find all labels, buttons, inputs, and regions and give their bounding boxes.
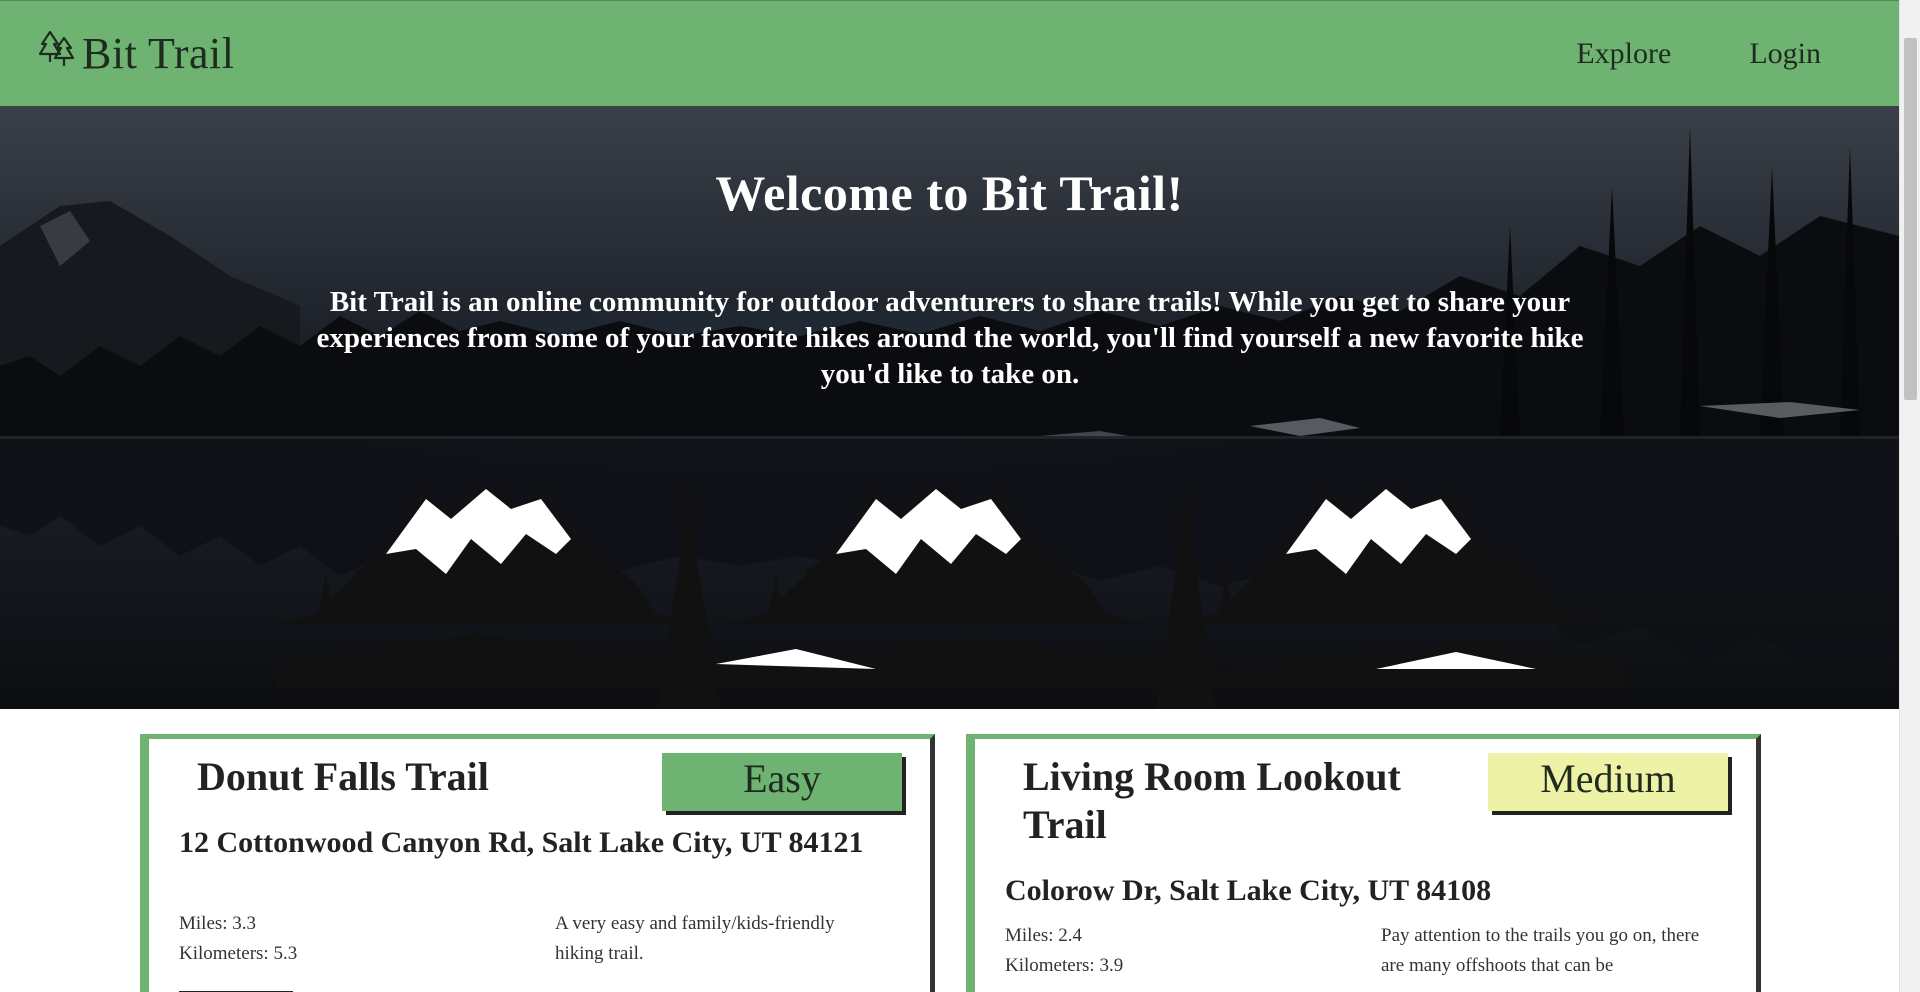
trail-description: Pay attention to the trails you go on, t… xyxy=(1381,925,1700,976)
nav-login-link[interactable]: Login xyxy=(1749,37,1821,71)
trail-stats: Miles: 3.3 Kilometers: 5.3 xyxy=(179,909,297,969)
trail-card[interactable]: Donut Falls Trail Easy 12 Cottonwood Can… xyxy=(140,734,935,992)
trail-address: 12 Cottonwood Canyon Rd, Salt Lake City,… xyxy=(179,826,864,859)
trail-card-body: Donut Falls Trail Easy 12 Cottonwood Can… xyxy=(145,739,930,992)
difficulty-badge: Medium xyxy=(1488,753,1728,811)
hero-title: Welcome to Bit Trail! xyxy=(715,165,1184,221)
nav-links: Explore Login xyxy=(1576,37,1821,71)
trail-kilometers: Kilometers: 3.9 xyxy=(1005,955,1124,976)
trail-description: A very easy and family/kids-friendly hik… xyxy=(555,913,835,964)
hero-description: Bit Trail is an online community for out… xyxy=(316,286,1584,390)
trail-stats: Miles: 2.4 Kilometers: 3.9 xyxy=(1005,921,1123,981)
trail-card[interactable]: Living Room Lookout Trail Medium Colorow… xyxy=(966,734,1761,992)
brand-name: Bit Trail xyxy=(82,29,235,78)
hero-banner: Welcome to Bit Trail! Bit Trail is an on… xyxy=(0,106,1899,709)
mountain-range-illustration xyxy=(276,484,1626,709)
trail-name: Living Room Lookout Trail xyxy=(1023,754,1401,847)
page-scrollbar[interactable] xyxy=(1899,0,1920,992)
pine-trees-icon xyxy=(38,30,75,66)
trail-address: Colorow Dr, Salt Lake City, UT 84108 xyxy=(1005,874,1492,907)
top-navbar: Bit Trail Explore Login xyxy=(0,0,1899,106)
brand-link[interactable]: Bit Trail xyxy=(38,1,234,107)
trail-miles: Miles: 2.4 xyxy=(1005,925,1083,946)
trail-kilometers: Kilometers: 5.3 xyxy=(179,943,298,964)
trail-card-body: Living Room Lookout Trail Medium Colorow… xyxy=(971,739,1756,992)
difficulty-badge: Easy xyxy=(662,753,902,811)
trail-miles: Miles: 3.3 xyxy=(179,913,257,934)
nav-explore-link[interactable]: Explore xyxy=(1576,37,1671,71)
trail-name: Donut Falls Trail xyxy=(197,754,489,799)
scrollbar-thumb[interactable] xyxy=(1904,38,1917,400)
